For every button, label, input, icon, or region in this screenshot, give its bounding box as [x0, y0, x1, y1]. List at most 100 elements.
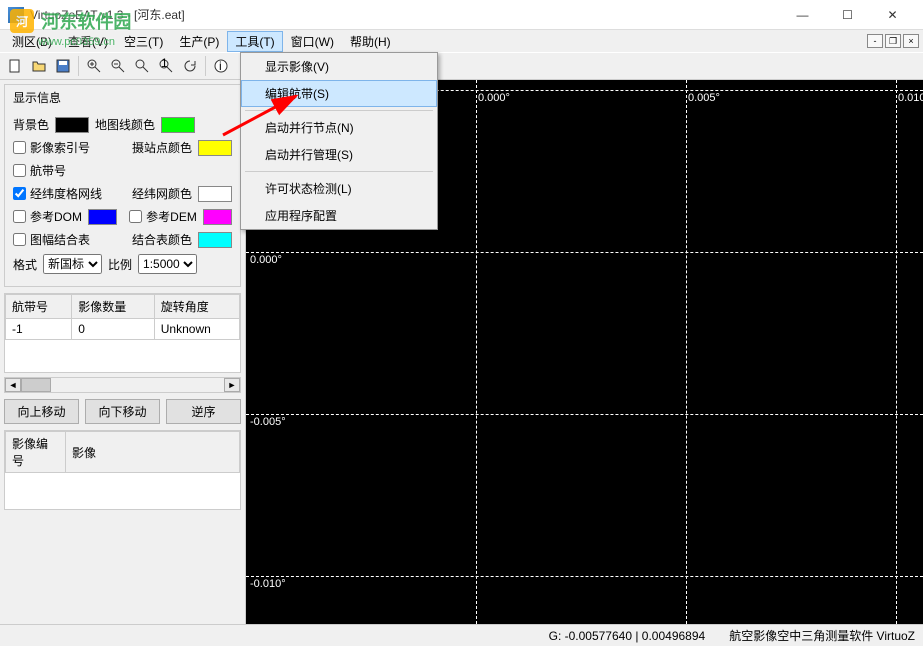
menu-view[interactable]: 查看(V)	[60, 31, 116, 52]
horizontal-scrollbar[interactable]: ◄ ►	[4, 377, 241, 393]
grid-color-swatch[interactable]	[198, 186, 232, 202]
move-down-button[interactable]: 向下移动	[85, 399, 160, 424]
grid-y-label: -0.005°	[250, 416, 286, 428]
combine-color-label: 结合表颜色	[132, 231, 192, 248]
combine-checkbox[interactable]	[13, 233, 26, 246]
dropdown-start-parallel-manage[interactable]: 启动并行管理(S)	[241, 141, 437, 168]
display-info-panel-title: 显示信息	[5, 85, 240, 110]
mdi-restore-button[interactable]: ❐	[885, 34, 901, 48]
strip-table: 航带号 影像数量 旋转角度 -1 0 Unknown	[5, 294, 240, 340]
toolbar-separator	[205, 56, 206, 76]
grid-checkbox[interactable]	[13, 187, 26, 200]
new-icon[interactable]	[4, 55, 26, 77]
th-rotation: 旋转角度	[154, 295, 239, 319]
statusbar: G: -0.00577640 | 0.00496894 航空影像空中三角测量软件…	[0, 624, 923, 646]
svg-text:1: 1	[161, 58, 168, 70]
titlebar: VirtuoZoEAT v1.3 - [河东.eat] — ☐ ✕	[0, 0, 923, 30]
station-color-swatch[interactable]	[198, 140, 232, 156]
mdi-close-button[interactable]: ×	[903, 34, 919, 48]
dropdown-edit-strip[interactable]: 编辑航带(S)	[241, 80, 437, 107]
dropdown-license-check[interactable]: 许可状态检测(L)	[241, 175, 437, 202]
scale-label: 比例	[108, 256, 132, 273]
grid-x-label: 0.000°	[478, 92, 510, 104]
menu-block[interactable]: 测区(B)	[4, 31, 60, 52]
scale-select[interactable]: 1:5000	[138, 254, 197, 274]
refresh-icon[interactable]	[179, 55, 201, 77]
menu-aerotri[interactable]: 空三(T)	[116, 31, 171, 52]
station-color-label: 摄站点颜色	[132, 139, 192, 156]
dropdown-app-config[interactable]: 应用程序配置	[241, 202, 437, 229]
format-select[interactable]: 新国标	[43, 254, 102, 274]
image-index-label: 影像索引号	[30, 139, 90, 156]
minimize-button[interactable]: —	[780, 1, 825, 29]
zoom-in-icon[interactable]	[83, 55, 105, 77]
dem-checkbox[interactable]	[129, 210, 142, 223]
strip-no-label: 航带号	[30, 162, 66, 179]
scroll-left-icon[interactable]: ◄	[5, 378, 21, 392]
format-label: 格式	[13, 256, 37, 273]
mapline-color-swatch[interactable]	[161, 117, 195, 133]
bg-color-label: 背景色	[13, 116, 49, 133]
svg-text:i: i	[219, 59, 222, 73]
scroll-thumb[interactable]	[21, 378, 51, 392]
move-up-button[interactable]: 向上移动	[4, 399, 79, 424]
th-stripno: 航带号	[6, 295, 72, 319]
menu-window[interactable]: 窗口(W)	[283, 31, 342, 52]
grid-label: 经纬度格网线	[30, 185, 102, 202]
dropdown-start-parallel-node[interactable]: 启动并行节点(N)	[241, 114, 437, 141]
image-table-wrap[interactable]: 影像编号 影像	[4, 430, 241, 510]
combine-label: 图幅结合表	[30, 231, 90, 248]
grid-line-v	[896, 80, 897, 624]
status-coordinates: G: -0.00577640 | 0.00496894	[549, 629, 706, 643]
zoom-out-icon[interactable]	[107, 55, 129, 77]
scroll-right-icon[interactable]: ►	[224, 378, 240, 392]
zoom-fit-icon[interactable]	[131, 55, 153, 77]
zoom-reset-icon[interactable]: 1	[155, 55, 177, 77]
toolbar-separator	[78, 56, 79, 76]
grid-y-label: -0.010°	[250, 578, 286, 590]
grid-line-h	[246, 414, 923, 415]
tools-dropdown: 显示影像(V) 编辑航带(S) 启动并行节点(N) 启动并行管理(S) 许可状态…	[240, 52, 438, 230]
app-icon	[8, 7, 24, 23]
save-icon[interactable]	[52, 55, 74, 77]
maximize-button[interactable]: ☐	[825, 1, 870, 29]
menu-tools[interactable]: 工具(T)	[227, 31, 282, 52]
image-index-checkbox[interactable]	[13, 141, 26, 154]
info-icon[interactable]: i	[210, 55, 232, 77]
menu-production[interactable]: 生产(P)	[171, 31, 227, 52]
toolbar: 1 i	[0, 52, 923, 80]
menubar: 测区(B) 查看(V) 空三(T) 生产(P) 工具(T) 窗口(W) 帮助(H…	[0, 30, 923, 52]
open-icon[interactable]	[28, 55, 50, 77]
status-appinfo: 航空影像空中三角测量软件 VirtuoZ	[729, 627, 915, 644]
table-row[interactable]: -1 0 Unknown	[6, 319, 240, 340]
window-title: VirtuoZoEAT v1.3 - [河东.eat]	[30, 6, 780, 23]
dom-color-swatch[interactable]	[88, 209, 117, 225]
grid-y-label: 0.000°	[250, 254, 282, 266]
combine-color-swatch[interactable]	[198, 232, 232, 248]
dropdown-separator	[245, 171, 433, 172]
grid-x-label: 0.010°	[898, 92, 923, 104]
strip-no-checkbox[interactable]	[13, 164, 26, 177]
sidebar: 显示信息 背景色 地图线颜色 影像索引号 摄站点颜色 航带号 经纬度格网线 经纬…	[0, 80, 246, 624]
dropdown-show-image[interactable]: 显示影像(V)	[241, 53, 437, 80]
dom-label: 参考DOM	[30, 208, 82, 225]
grid-line-h	[246, 576, 923, 577]
th-img: 影像	[66, 432, 240, 473]
bg-color-swatch[interactable]	[55, 117, 89, 133]
th-imgcount: 影像数量	[72, 295, 155, 319]
grid-line-v	[686, 80, 687, 624]
th-imgno: 影像编号	[6, 432, 66, 473]
menu-help[interactable]: 帮助(H)	[342, 31, 399, 52]
strip-table-wrap[interactable]: 航带号 影像数量 旋转角度 -1 0 Unknown	[4, 293, 241, 373]
grid-line-v	[476, 80, 477, 624]
grid-x-label: 0.005°	[688, 92, 720, 104]
grid-line-h	[246, 252, 923, 253]
dem-label: 参考DEM	[146, 208, 197, 225]
image-table: 影像编号 影像	[5, 431, 240, 473]
grid-color-label: 经纬网颜色	[132, 185, 192, 202]
dem-color-swatch[interactable]	[203, 209, 232, 225]
dom-checkbox[interactable]	[13, 210, 26, 223]
reverse-button[interactable]: 逆序	[166, 399, 241, 424]
close-button[interactable]: ✕	[870, 1, 915, 29]
mdi-minimize-button[interactable]: -	[867, 34, 883, 48]
